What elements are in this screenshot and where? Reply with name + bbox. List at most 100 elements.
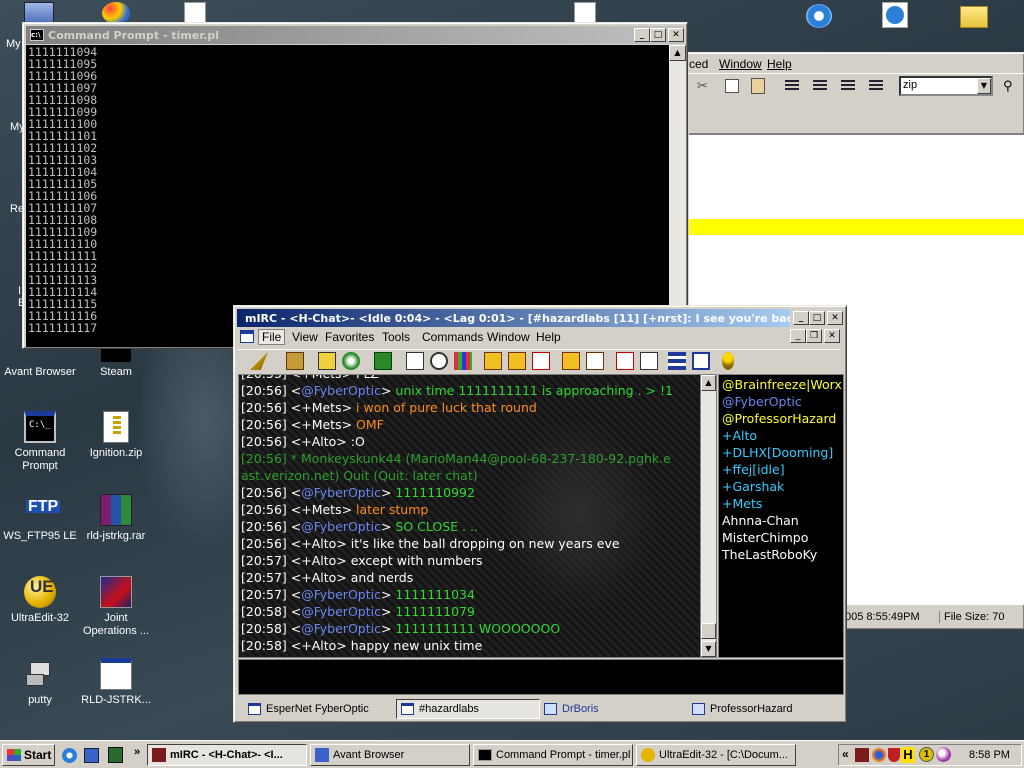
chat-scrollbar[interactable]: ▲ ▼: [700, 374, 717, 658]
mirc-tray-icon[interactable]: [855, 748, 869, 762]
nick-list-item[interactable]: MisterChimpo: [719, 529, 843, 546]
nick-list-item[interactable]: @Brainfreeze|Worx: [719, 376, 843, 393]
menu-item-commands[interactable]: Commands: [422, 330, 483, 344]
taskbar-button-avant[interactable]: Avant Browser: [310, 744, 470, 766]
quicklaunch-ie-icon[interactable]: [62, 748, 77, 763]
menu-item-help[interactable]: Help: [536, 330, 561, 344]
log-viewer-icon[interactable]: [406, 352, 424, 370]
nick-list-item[interactable]: +Mets: [719, 495, 843, 512]
switchbar-tab-drboris[interactable]: DrBoris: [544, 700, 692, 718]
desktop-icon-rar[interactable]: rld-jstrkg.rar: [76, 494, 156, 543]
nick-list-item[interactable]: TheLastRoboKy: [719, 546, 843, 563]
minimize-button[interactable]: _: [634, 28, 650, 42]
cut-icon[interactable]: ✂: [697, 79, 708, 94]
quicklaunch-avant-icon[interactable]: [84, 748, 99, 763]
align-center-icon[interactable]: [813, 80, 827, 92]
quicklaunch-chevron-icon[interactable]: »: [134, 746, 140, 758]
timer-icon[interactable]: [430, 352, 448, 370]
url-list-icon[interactable]: [616, 352, 634, 370]
menu-item-window[interactable]: Window: [487, 330, 530, 344]
desktop-icon-joint-operations[interactable]: Joint Operations ...: [76, 576, 156, 638]
switchbar-tab-server[interactable]: EsperNet FyberOptic: [248, 700, 396, 718]
dcc-icon[interactable]: [532, 352, 550, 370]
tile-windows-icon[interactable]: [668, 352, 686, 370]
scroll-up-button[interactable]: ▲: [701, 375, 716, 391]
nick-list-item[interactable]: +Alto: [719, 427, 843, 444]
desktop-icon-ultraedit[interactable]: UE UltraEdit-32: [0, 576, 80, 625]
nick-list-item[interactable]: @ProfessorHazard: [719, 410, 843, 427]
cmd-console[interactable]: 1111111094 1111111095 1111111096 1111111097…: [26, 45, 669, 347]
switchbar-tab-hazardlabs[interactable]: #hazardlabs: [396, 699, 540, 719]
mirc-window[interactable]: mIRC - <H-Chat>- <Idle 0:04> - <Lag 0:01…: [233, 305, 847, 723]
online-icon[interactable]: [640, 352, 658, 370]
desktop-icon-ignition-zip[interactable]: Ignition.zip: [76, 411, 156, 460]
menu-item-view[interactable]: View: [292, 330, 318, 344]
menu-item-window[interactable]: Window: [719, 57, 762, 71]
firefox-tray-icon[interactable]: [872, 748, 886, 762]
chat-pane[interactable]: [20:53] <+Mets> PLZ[20:56] <@FyberOptic>…: [238, 374, 702, 658]
desktop-icon-putty[interactable]: putty: [0, 658, 80, 707]
notify-list-icon[interactable]: [484, 352, 502, 370]
internet-explorer-icon[interactable]: [806, 4, 832, 28]
align-right-icon[interactable]: [841, 80, 855, 92]
colors-icon[interactable]: [454, 352, 472, 370]
mirc-titlebar[interactable]: mIRC - <H-Chat>- <Idle 0:04> - <Lag 0:01…: [237, 309, 790, 327]
options-icon[interactable]: [286, 352, 304, 370]
message-input[interactable]: [238, 659, 844, 695]
taskbar-button-mirc[interactable]: mIRC - <H-Chat>- <I...: [147, 744, 307, 766]
nick-list-item[interactable]: +ffej[idle]: [719, 461, 843, 478]
internet-explorer-document-icon[interactable]: [882, 2, 908, 28]
scroll-down-button[interactable]: ▼: [701, 641, 716, 657]
mdi-close-button[interactable]: ✕: [824, 329, 840, 343]
maximize-button[interactable]: □: [650, 28, 666, 42]
paint-palette-icon[interactable]: [102, 2, 130, 24]
tray-chevron-icon[interactable]: «: [842, 747, 849, 761]
mdi-restore-button[interactable]: ❐: [806, 329, 822, 343]
scroll-up-button[interactable]: ▲: [669, 45, 686, 61]
cmd-scrollbar[interactable]: ▲: [669, 45, 686, 347]
document-icon[interactable]: [184, 2, 206, 24]
close-button[interactable]: ✕: [827, 311, 843, 325]
desktop-icon-rld-jstrk[interactable]: RLD-JSTRK...: [76, 658, 156, 707]
received-files-icon[interactable]: [586, 352, 604, 370]
menu-item-tools[interactable]: Tools: [382, 330, 410, 344]
chevron-down-icon[interactable]: ▼: [977, 78, 991, 94]
menu-item-favorites[interactable]: Favorites: [325, 330, 374, 344]
control-icon[interactable]: [508, 352, 526, 370]
switchbar-tab-professorhazard[interactable]: ProfessorHazard: [692, 700, 842, 718]
scripts-editor-icon[interactable]: [374, 352, 392, 370]
binoculars-icon[interactable]: ⚲: [1003, 79, 1013, 94]
desktop-icon-ws-ftp[interactable]: FTP WS_FTP95 LE: [0, 494, 80, 543]
cmd-titlebar[interactable]: c:\ Command Prompt - timer.pl: [26, 26, 684, 44]
menu-item-help[interactable]: Help: [767, 57, 792, 71]
align-left-icon[interactable]: [785, 80, 799, 92]
justify-icon[interactable]: [869, 80, 883, 92]
nick-list-item[interactable]: +Garshak: [719, 478, 843, 495]
help-icon[interactable]: [722, 352, 734, 370]
taskbar-button-cmd[interactable]: Command Prompt - timer.pl: [473, 744, 633, 766]
maximize-button[interactable]: □: [809, 311, 825, 325]
nick-list-item[interactable]: +DLHX[Dooming]: [719, 444, 843, 461]
connect-icon[interactable]: [250, 352, 268, 370]
search-combo[interactable]: zip ▼: [899, 76, 993, 96]
mdi-minimize-button[interactable]: _: [790, 329, 806, 343]
nick-list-item[interactable]: @FyberOptic: [719, 393, 843, 410]
cascade-windows-icon[interactable]: [692, 352, 710, 370]
chat-tray-icon[interactable]: [936, 747, 951, 762]
document-icon[interactable]: [574, 2, 596, 24]
number-one-tray-icon[interactable]: 1: [919, 747, 934, 762]
channels-list-icon[interactable]: [318, 352, 336, 370]
menu-item-file[interactable]: File: [258, 329, 286, 345]
folder-icon[interactable]: [960, 6, 988, 28]
quicklaunch-app-icon[interactable]: [108, 747, 123, 763]
minimize-button[interactable]: _: [793, 311, 809, 325]
menu-item-advanced[interactable]: ced: [689, 57, 708, 71]
nick-list[interactable]: @Brainfreeze|Worx @FyberOptic @ProfessorHa…: [718, 374, 844, 658]
nick-list-item[interactable]: Ahnna-Chan: [719, 512, 843, 529]
address-book-icon[interactable]: [342, 352, 360, 370]
shield-tray-icon[interactable]: [888, 748, 900, 762]
start-button[interactable]: Start: [2, 744, 55, 766]
my-computer-icon[interactable]: [24, 2, 54, 24]
send-file-icon[interactable]: [562, 352, 580, 370]
scroll-thumb[interactable]: [701, 623, 716, 639]
